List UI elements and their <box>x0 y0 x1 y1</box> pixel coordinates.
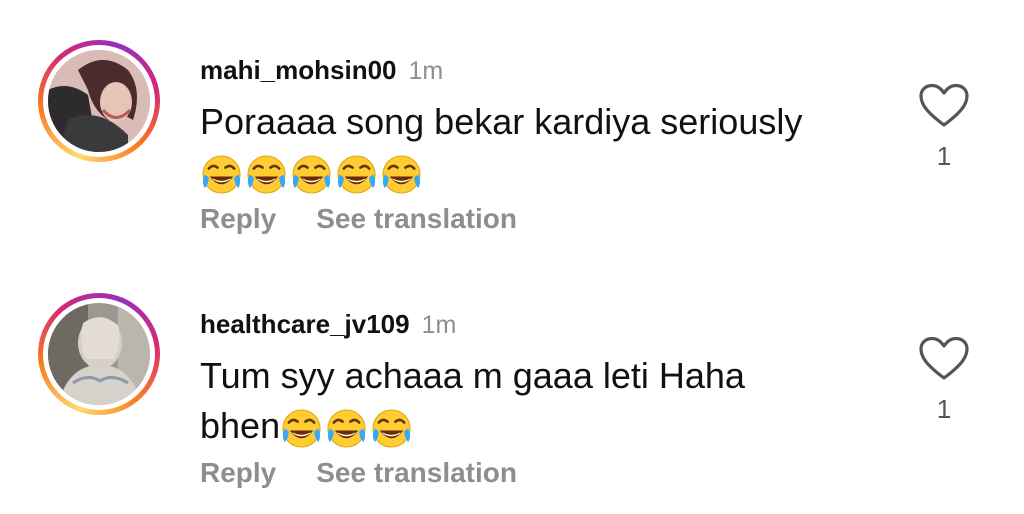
face-with-tears-of-joy-icon <box>200 153 243 196</box>
timestamp: 1m <box>421 311 457 339</box>
face-with-tears-of-joy-icon <box>370 407 413 450</box>
comment-text: Tum syy achaaa m gaaa leti Haha bhen <box>200 351 890 451</box>
comment-body-line-1: Tum syy achaaa m gaaa leti Haha <box>200 355 745 396</box>
like-column: 1 <box>918 336 970 425</box>
face-with-tears-of-joy-icon <box>245 153 288 196</box>
timestamp: 1m <box>408 57 444 85</box>
story-ring[interactable] <box>38 40 160 162</box>
avatar[interactable] <box>48 303 150 405</box>
heart-outline-icon[interactable] <box>918 336 970 382</box>
comment-text: Poraaaa song bekar kardiya seriously <box>200 97 890 197</box>
emoji-row <box>200 153 423 196</box>
reply-button[interactable]: Reply <box>200 457 276 488</box>
username-line: mahi_mohsin00 1m <box>200 55 443 86</box>
story-ring[interactable] <box>38 293 160 415</box>
comment-actions: Reply See translation <box>200 457 557 489</box>
face-with-tears-of-joy-icon <box>380 153 423 196</box>
comment-body-line-2: bhen <box>200 405 281 446</box>
like-column: 1 <box>918 83 970 172</box>
avatar-gap <box>43 298 155 410</box>
comment-item: healthcare_jv109 1m Tum syy achaaa m gaaa… <box>0 254 1024 514</box>
reply-button[interactable]: Reply <box>200 203 276 234</box>
comment-actions: Reply See translation <box>200 203 557 235</box>
username[interactable]: healthcare_jv109 <box>200 309 410 339</box>
comment-item: mahi_mohsin00 1m Poraaaa song bekar kardi… <box>0 0 1024 254</box>
avatar[interactable] <box>48 50 150 152</box>
emoji-row <box>280 407 413 450</box>
comment-body: Poraaaa song bekar kardiya seriously <box>200 101 803 142</box>
face-with-tears-of-joy-icon <box>335 153 378 196</box>
face-with-tears-of-joy-icon <box>325 407 368 450</box>
like-count: 1 <box>936 141 952 171</box>
avatar-gap <box>43 45 155 157</box>
face-with-tears-of-joy-icon <box>290 153 333 196</box>
heart-outline-icon[interactable] <box>918 83 970 129</box>
username[interactable]: mahi_mohsin00 <box>200 55 397 85</box>
like-count: 1 <box>936 394 952 424</box>
see-translation-button[interactable]: See translation <box>316 203 517 234</box>
face-with-tears-of-joy-icon <box>280 407 323 450</box>
see-translation-button[interactable]: See translation <box>316 457 517 488</box>
username-line: healthcare_jv109 1m <box>200 309 456 340</box>
